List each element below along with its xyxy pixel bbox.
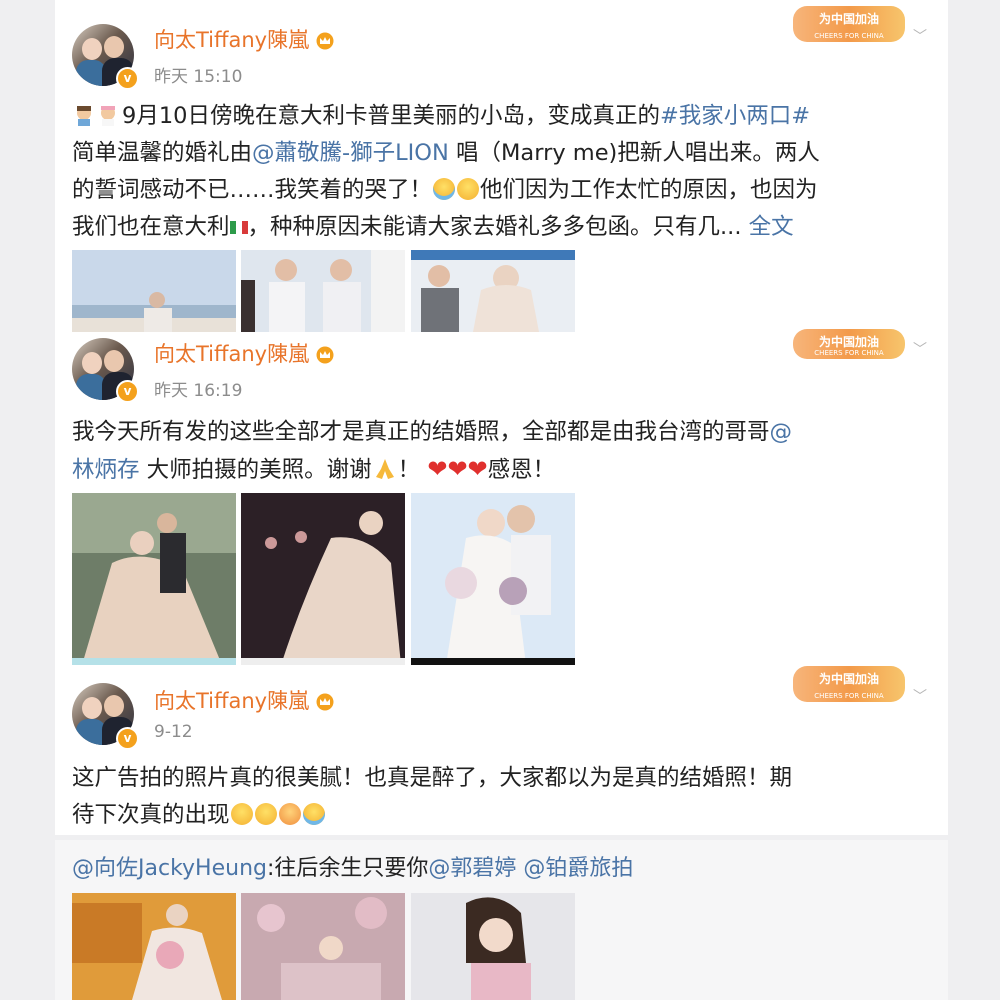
chevron-down-icon[interactable]: ﹀ (913, 686, 927, 706)
heart-icon: ❤ (427, 455, 448, 483)
text-segment: 9月10日傍晚在意大利卡普里美丽的小岛，变成真正的 (122, 103, 660, 129)
crown-icon (316, 693, 334, 711)
pray-icon (375, 459, 394, 479)
crown-icon (316, 32, 334, 50)
text-segment: 简单温馨的婚礼由 (72, 140, 253, 166)
repost-text: @向佐JackyHeung:往后余生只要你@郭碧婷 @铂爵旅拍 (72, 850, 633, 882)
text-link[interactable]: @郭碧婷 (428, 856, 516, 881)
cry-laugh-icon (302, 803, 325, 825)
post-photo[interactable] (72, 250, 236, 332)
heart-icon: ❤ (467, 455, 488, 483)
repost-block[interactable]: @向佐JackyHeung:往后余生只要你@郭碧婷 @铂爵旅拍 (55, 840, 948, 1000)
post-photo[interactable] (411, 493, 575, 665)
text-segment: 我今天所有发的这些全部才是真正的结婚照，全部都是由我台湾的哥哥 (72, 419, 770, 445)
text-segment: 感恩！ (487, 457, 556, 483)
promo-badge[interactable]: 为中国加油 CHEERS FOR CHINA (793, 6, 905, 42)
text-segment: ！ (397, 457, 428, 483)
italy-flag-icon (229, 221, 248, 234)
post-card: v 向太Tiffany陳嵐 昨天 15:10 为中国加油 CHEERS FOR C… (55, 0, 948, 335)
cry-laugh-icon (433, 178, 456, 200)
verified-badge-icon: v (116, 727, 139, 750)
post-time: 昨天 15:10 (154, 67, 243, 87)
post-time: 昨天 16:19 (154, 381, 243, 401)
post-username[interactable]: 向太Tiffany陳嵐 (154, 685, 335, 715)
post-username[interactable]: 向太Tiffany陳嵐 (154, 24, 335, 54)
heart-icon: ❤ (447, 455, 468, 483)
post-text: 我今天所有发的这些全部才是真正的结婚照，全部都是由我台湾的哥哥@ 林炳存 大师拍… (72, 414, 932, 489)
post-text: 这广告拍的照片真的很美腻！也真是醉了，大家都以为是真的结婚照！期 待下次真的出现 (72, 760, 932, 834)
post-username[interactable]: 向太Tiffany陳嵐 (154, 338, 335, 368)
laugh-icon (254, 803, 277, 825)
post-photo[interactable] (72, 493, 236, 665)
post-photo[interactable] (411, 893, 575, 1000)
text-segment: :往后余生只要你 (266, 856, 429, 881)
text-segment: 大师拍摄的美照。谢谢 (139, 457, 372, 483)
post-text: 9月10日傍晚在意大利卡普里美丽的小岛，变成真正的#我家小两口# 简单温馨的婚礼… (72, 98, 932, 246)
chevron-down-icon[interactable]: ﹀ (913, 26, 927, 46)
post-photo[interactable] (241, 250, 405, 332)
text-link[interactable]: 全文 (749, 214, 794, 240)
post-card: v 向太Tiffany陳嵐 昨天 16:19 为中国加油 CHEERS FOR C… (55, 329, 948, 670)
laugh-icon (230, 803, 253, 825)
text-link[interactable]: #我家小两口# (660, 103, 810, 129)
post-photo[interactable] (411, 250, 575, 332)
kiss-icon (278, 803, 301, 825)
crown-icon (316, 346, 334, 364)
promo-badge[interactable]: 为中国加油 CHEERS FOR CHINA (793, 329, 905, 359)
text-segment: 这广告拍的照片真的很美腻！也真是醉了，大家都以为是真的结婚照！期 待下次真的出现 (72, 765, 793, 828)
laugh-icon (457, 178, 480, 200)
verified-badge-icon: v (116, 380, 139, 403)
post-photo[interactable] (241, 893, 405, 1000)
text-link[interactable]: @铂爵旅拍 (523, 856, 633, 881)
post-photo[interactable] (72, 893, 236, 1000)
promo-badge[interactable]: 为中国加油 CHEERS FOR CHINA (793, 666, 905, 702)
chevron-down-icon[interactable]: ﹀ (913, 339, 927, 359)
text-segment: ，种种原因未能请大家去婚礼多多包函。只有几... (247, 214, 749, 240)
couple-icon (77, 106, 115, 126)
text-link[interactable]: @蕭敬騰-獅子LION (252, 140, 449, 166)
post-time: 9-12 (154, 722, 193, 742)
text-link[interactable]: @向佐JackyHeung (72, 856, 267, 881)
verified-badge-icon: v (116, 67, 139, 90)
post-card: v 向太Tiffany陳嵐 9-12 为中国加油 CHEERS FOR CHINA… (55, 666, 948, 835)
post-photo[interactable] (241, 493, 405, 665)
